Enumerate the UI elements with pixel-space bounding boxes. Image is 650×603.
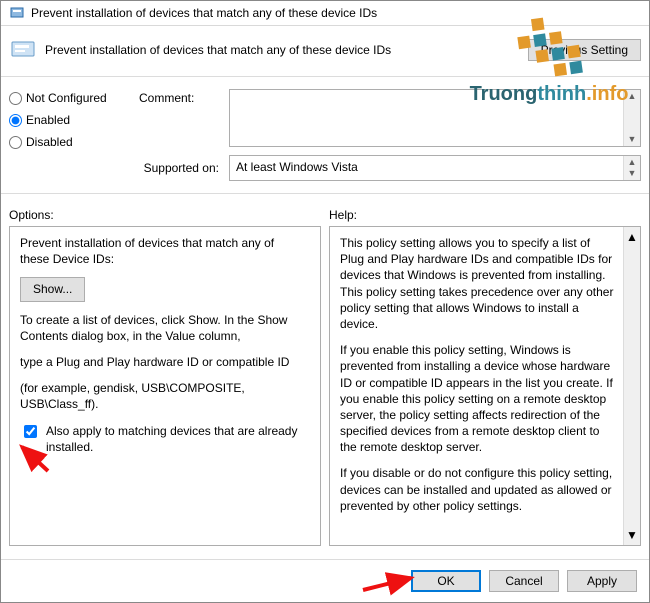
help-p2: If you enable this policy setting, Windo… [340,342,630,455]
radio-not-configured[interactable]: Not Configured [9,91,129,105]
divider [1,193,649,194]
radio-disabled[interactable]: Disabled [9,135,129,149]
ok-button[interactable]: OK [411,570,481,592]
options-line1: To create a list of devices, click Show.… [20,312,310,344]
scroll-down-icon[interactable]: ▼ [628,169,637,178]
scroll-down-icon[interactable]: ▼ [628,135,637,144]
radio-not-configured-label: Not Configured [26,91,107,105]
radio-enabled-input[interactable] [9,114,22,127]
help-panel: This policy setting allows you to specif… [329,226,641,546]
window-title: Prevent installation of devices that mat… [31,6,377,20]
options-panel: Prevent installation of devices that mat… [9,226,321,546]
help-scrollbar[interactable]: ▲ ▼ [623,227,640,545]
help-p3: If you disable or do not configure this … [340,465,630,514]
policy-icon [9,36,37,64]
help-p1: This policy setting allows you to specif… [340,235,630,332]
watermark-logo-icon [515,13,583,81]
supported-on-box: At least Windows Vista ▲ ▼ [229,155,641,181]
radio-disabled-label: Disabled [26,135,73,149]
radio-enabled[interactable]: Enabled [9,113,129,127]
scroll-down-icon[interactable]: ▼ [626,527,638,543]
annotation-arrow-ok [359,568,419,596]
watermark-logo: Truongthinh.info [449,1,649,121]
policy-subtitle: Prevent installation of devices that mat… [45,43,391,57]
watermark-text: Truongthinh.info [470,83,629,106]
options-header: Options: [9,208,321,222]
scroll-up-icon[interactable]: ▲ [628,158,637,167]
cancel-button[interactable]: Cancel [489,570,559,592]
supported-on-value: At least Windows Vista [230,156,623,180]
radio-disabled-input[interactable] [9,136,22,149]
help-header: Help: [329,208,641,222]
scroll-up-icon[interactable]: ▲ [626,229,638,245]
comment-label: Comment: [139,89,219,105]
options-line3: (for example, gendisk, USB\COMPOSITE, US… [20,380,310,412]
show-button[interactable]: Show... [20,277,85,301]
state-radio-group: Not Configured Enabled Disabled [9,89,129,149]
options-heading: Prevent installation of devices that mat… [20,235,310,267]
supported-scrollbar[interactable]: ▲ ▼ [623,156,640,180]
dialog-footer: OK Cancel Apply [1,559,649,602]
also-apply-label: Also apply to matching devices that are … [46,423,310,455]
window-system-icon [9,5,25,21]
radio-not-configured-input[interactable] [9,92,22,105]
options-line2: type a Plug and Play hardware ID or comp… [20,354,310,370]
supported-on-label: Supported on: [137,161,219,175]
apply-button[interactable]: Apply [567,570,637,592]
also-apply-checkbox[interactable] [24,425,37,438]
radio-enabled-label: Enabled [26,113,70,127]
